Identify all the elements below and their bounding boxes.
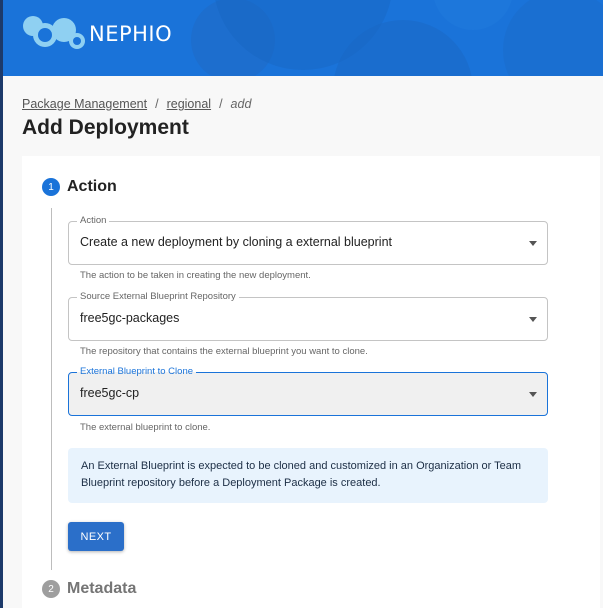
step-connector-line [51, 208, 52, 570]
app-header: NEPHIO [3, 0, 603, 76]
breadcrumb-current: add [230, 97, 252, 111]
action-select[interactable]: Action Create a new deployment by clonin… [68, 215, 548, 265]
next-button[interactable]: NEXT [68, 522, 124, 551]
breadcrumb-separator: / [155, 97, 159, 111]
blueprint-label: External Blueprint to Clone [77, 366, 197, 378]
action-select-label: Action [77, 215, 110, 227]
step-number-2: 2 [42, 580, 60, 598]
step-action[interactable]: 1 Action [42, 178, 117, 196]
step-number-1: 1 [42, 178, 60, 196]
step-title-metadata: Metadata [67, 580, 137, 597]
info-alert: An External Blueprint is expected to be … [68, 448, 548, 503]
source-repo-value: free5gc-packages [80, 311, 180, 325]
action-select-value: Create a new deployment by cloning a ext… [80, 235, 392, 249]
dropdown-arrow-icon [529, 241, 537, 246]
source-repo-helper-text: The repository that contains the externa… [80, 346, 368, 357]
step-metadata[interactable]: 2 Metadata [42, 580, 136, 598]
brand-name: NEPHIO [89, 22, 173, 46]
logo[interactable]: NEPHIO [21, 13, 172, 51]
nephio-logo-icon [23, 16, 85, 49]
page-title: Add Deployment [22, 116, 189, 139]
breadcrumb-regional[interactable]: regional [167, 97, 211, 111]
blueprint-value: free5gc-cp [80, 386, 140, 400]
action-helper-text: The action to be taken in creating the n… [80, 270, 311, 281]
blueprint-helper-text: The external blueprint to clone. [80, 422, 211, 433]
source-repo-select[interactable]: Source External Blueprint Repository fre… [68, 291, 548, 341]
step-title-action: Action [67, 178, 117, 195]
source-repo-label: Source External Blueprint Repository [77, 291, 239, 303]
breadcrumb: Package Management / regional / add [22, 97, 251, 111]
dropdown-arrow-icon [529, 392, 537, 397]
dropdown-arrow-icon [529, 317, 537, 322]
breadcrumb-package-management[interactable]: Package Management [22, 97, 147, 111]
stepper-panel: 1 Action Action Create a new deployment … [22, 156, 600, 608]
left-edge-bar [0, 0, 3, 608]
breadcrumb-separator: / [219, 97, 223, 111]
blueprint-select[interactable]: External Blueprint to Clone free5gc-cp [68, 366, 548, 416]
